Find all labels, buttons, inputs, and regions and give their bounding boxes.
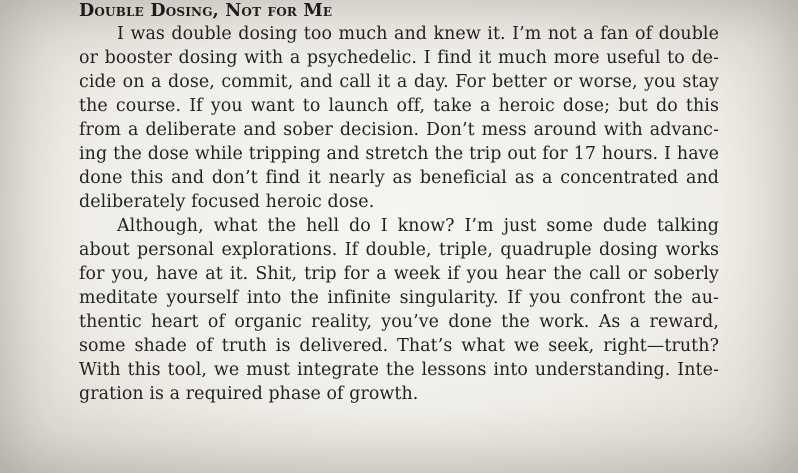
text-line: ing the dose while tripping and stretch … (79, 144, 719, 164)
text-line: about personal explorations. If double, … (79, 240, 719, 260)
text-line: the course. If you want to launch off, t… (79, 96, 719, 116)
text-line: done this and don’t find it nearly as be… (79, 168, 719, 188)
text-line: Although, what the hell do I know? I’m j… (117, 216, 719, 236)
text-line: deliberately focused heroic dose. (79, 192, 375, 212)
text-line: from a deliberate and sober decision. Do… (79, 120, 719, 140)
text-line: thentic heart of organic reality, you’ve… (79, 312, 719, 332)
section-heading: Double Dosing, Not for Me (79, 1, 333, 21)
text-line: I was double dosing too much and knew it… (117, 24, 719, 44)
text-line: meditate yourself into the infinite sing… (79, 288, 719, 308)
book-page: Double Dosing, Not for Me I was double d… (0, 0, 798, 473)
text-line: for you, have at it. Shit, trip for a we… (79, 264, 719, 284)
text-line: or booster dosing with a psychedelic. I … (79, 48, 719, 68)
text-line: With this tool, we must integrate the le… (79, 360, 719, 380)
text-line: some shade of truth is delivered. That’s… (79, 336, 719, 356)
text-line: cide on a dose, commit, and call it a da… (79, 72, 719, 92)
text-line: gration is a required phase of growth. (79, 384, 419, 404)
